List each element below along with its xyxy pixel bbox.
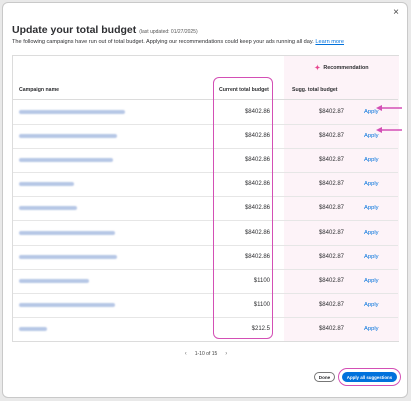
campaign-name-link[interactable] — [19, 110, 125, 114]
suggested-budget-value: $8402.87 — [318, 229, 344, 236]
table-row: $8402.86 $8402.87 Apply — [13, 172, 398, 198]
column-header-suggested-budget: Sugg. total budget — [292, 86, 338, 93]
apply-link[interactable]: Apply — [364, 317, 379, 342]
table-row: $8402.86 $8402.87 Apply — [13, 245, 398, 270]
campaign-name-link[interactable] — [19, 230, 115, 235]
apply-link[interactable]: Apply — [364, 172, 379, 197]
campaign-name-link[interactable] — [19, 182, 74, 187]
campaign-name-link[interactable] — [19, 302, 115, 307]
last-updated-text: (last updated: 01/27/2025) — [139, 29, 198, 35]
recommendation-label: Recommendation — [323, 65, 369, 71]
campaign-name-link[interactable] — [19, 206, 77, 211]
campaign-name-link[interactable] — [19, 254, 117, 259]
learn-more-link[interactable]: Learn more — [315, 39, 344, 45]
current-budget-highlight-outline — [213, 77, 273, 339]
table-row: $8402.86 $8402.87 Apply — [13, 196, 398, 222]
table-row: $1100 $8402.87 Apply — [13, 269, 398, 294]
table-row: $8402.86 $8402.87 Apply — [13, 124, 398, 150]
campaign-name-link[interactable] — [19, 158, 113, 163]
table-row: $8402.86 $8402.87 Apply — [13, 100, 398, 125]
apply-link[interactable]: Apply — [364, 293, 379, 318]
pagination: ‹ 1-10 of 15 › — [3, 351, 409, 357]
dialog-title: Update your total budget — [12, 24, 137, 36]
dialog-header: Update your total budget (last updated: 0… — [12, 20, 198, 38]
next-page-icon[interactable]: › — [225, 351, 227, 357]
campaign-name-link[interactable] — [19, 326, 47, 331]
apply-all-suggestions-button[interactable]: Apply all suggestions — [342, 372, 397, 382]
suggested-budget-value: $8402.87 — [318, 133, 344, 140]
campaign-name-link[interactable] — [19, 278, 89, 283]
apply-link[interactable]: Apply — [364, 221, 379, 246]
campaign-name-link[interactable] — [19, 134, 117, 139]
campaign-budget-table: ✦ Recommendation Campaign name Current t… — [12, 55, 399, 342]
description-text: The following campaigns have run out of … — [12, 39, 314, 45]
recommendation-header: ✦ Recommendation — [284, 56, 399, 80]
suggested-budget-value: $8402.87 — [318, 253, 344, 260]
table-row: $8402.86 $8402.87 Apply — [13, 148, 398, 174]
table-row: $1100 $8402.87 Apply — [13, 293, 398, 318]
apply-link[interactable]: Apply — [364, 245, 379, 270]
page-range: 1-10 of 15 — [194, 351, 218, 357]
previous-page-icon[interactable]: ‹ — [185, 351, 187, 357]
suggested-budget-value: $8402.87 — [318, 277, 344, 284]
dialog-description: The following campaigns have run out of … — [12, 39, 344, 45]
apply-link[interactable]: Apply — [364, 269, 379, 294]
update-budget-dialog: × Update your total budget (last updated:… — [2, 2, 408, 398]
done-button[interactable]: Done — [314, 372, 335, 382]
apply-link[interactable]: Apply — [364, 148, 379, 173]
table-row: $212.5 $8402.87 Apply — [13, 317, 398, 342]
suggested-budget-value: $8402.87 — [318, 301, 344, 308]
pointer-arrow-icon — [376, 105, 402, 111]
table-row: $8402.86 $8402.87 Apply — [13, 221, 398, 246]
suggested-budget-value: $8402.87 — [318, 181, 344, 188]
suggested-budget-value: $8402.87 — [318, 205, 344, 212]
suggested-budget-value: $8402.87 — [318, 109, 344, 115]
apply-link[interactable]: Apply — [364, 196, 379, 221]
column-header-campaign: Campaign name — [19, 86, 60, 93]
pointer-arrow-icon — [376, 127, 402, 133]
sparkle-icon: ✦ — [314, 65, 321, 72]
suggested-budget-value: $8402.87 — [318, 157, 344, 164]
close-icon[interactable]: × — [393, 8, 399, 18]
suggested-budget-value: $8402.87 — [318, 325, 344, 332]
